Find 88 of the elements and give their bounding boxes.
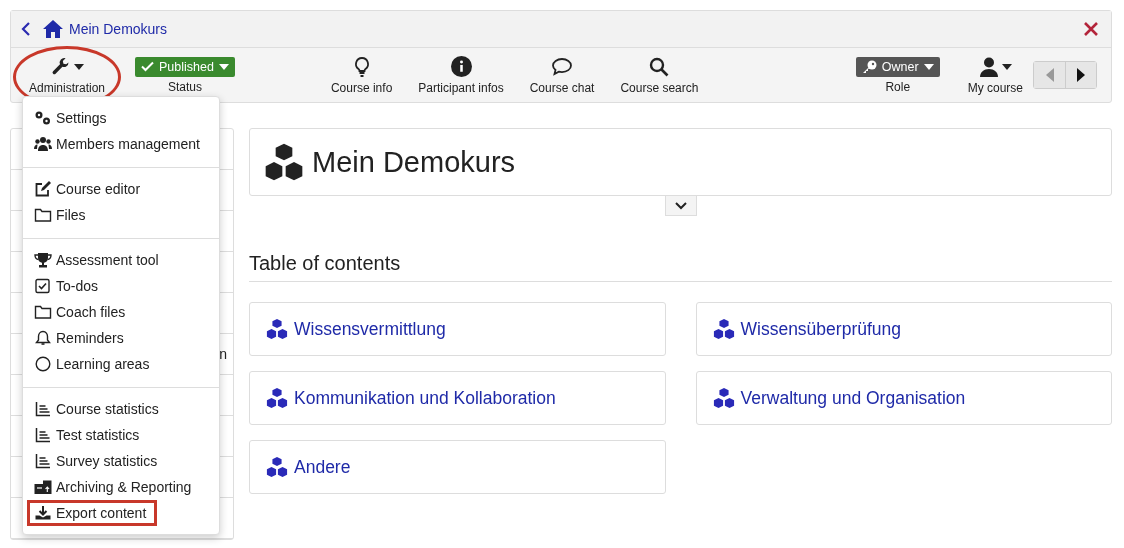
toolbar-button[interactable]: My course	[967, 55, 1023, 95]
toolbar-button[interactable]: Course search	[620, 55, 699, 95]
download-icon	[34, 505, 52, 521]
menu-item[interactable]: Members management	[27, 131, 211, 157]
caret-icon	[218, 63, 229, 70]
menu-item[interactable]: Course editor	[27, 176, 152, 202]
home-icon[interactable]	[43, 20, 63, 38]
toolbar-label: My course	[967, 80, 1023, 95]
toolbar-label: Role	[885, 79, 911, 94]
menu-item[interactable]: Archiving & Reporting	[27, 474, 203, 500]
cubes-icon	[266, 456, 288, 478]
toc-entry-card[interactable]: Andere	[249, 440, 666, 494]
toolbar-label: Course chat	[529, 80, 595, 95]
cubes-icon	[712, 387, 735, 409]
toolbar-label: Participant infos	[418, 80, 504, 95]
check-icon	[141, 61, 155, 72]
toc-entry-card[interactable]: Verwaltung und Organisation	[695, 371, 1112, 425]
menu-item[interactable]: Learning areas	[27, 351, 161, 377]
status-control[interactable]: Published Status	[135, 56, 235, 94]
toolbar-button[interactable]: Course info	[330, 55, 393, 95]
badge-label: Owner	[881, 59, 919, 74]
next-button[interactable]	[1065, 62, 1096, 88]
toolbar-button[interactable]: Participant infos	[418, 55, 504, 95]
caret-icon	[1001, 63, 1012, 70]
toc-entry-card[interactable]: Kommunikation und Kollaboration	[249, 371, 666, 425]
toc-entry-link[interactable]: Wissensüberprüfung	[740, 318, 901, 340]
status-badge[interactable]: Published	[135, 56, 235, 77]
caret-icon	[73, 63, 84, 70]
menu-item[interactable]: Export content	[27, 500, 158, 526]
menu-item[interactable]: Course statistics	[27, 396, 170, 422]
menu-item[interactable]: To-dos	[27, 273, 110, 299]
close-icon[interactable]	[1083, 21, 1099, 37]
info-icon	[450, 56, 472, 77]
toolbar-label: Administration	[29, 80, 106, 95]
checkbox-icon	[34, 278, 52, 294]
menu-item[interactable]: Assessment tool	[27, 247, 170, 273]
speech-bubble-icon	[551, 56, 574, 77]
user-icon	[978, 56, 999, 77]
lightbulb-icon	[352, 55, 371, 78]
triangle-right-icon	[1077, 68, 1085, 82]
cubes-icon	[266, 318, 288, 340]
key-icon	[861, 59, 877, 74]
toolbar-button[interactable]: Administration	[29, 55, 106, 95]
users-icon	[34, 136, 52, 152]
cubes-icon	[712, 318, 735, 340]
cubes-icon	[266, 387, 288, 409]
toc-entry-card[interactable]: Wissensüberprüfung	[695, 302, 1112, 356]
menu-item[interactable]: Reminders	[27, 325, 135, 351]
toolbar-button[interactable]: Course chat	[529, 55, 595, 95]
folder-icon	[34, 304, 52, 320]
toolbar-label: Course info	[330, 80, 393, 95]
expand-button[interactable]	[664, 196, 697, 216]
toc-entry-card[interactable]: Wissensvermittlung	[249, 302, 666, 356]
role-badge[interactable]: Owner	[855, 56, 940, 77]
toc-entry-link[interactable]: Wissensvermittlung	[294, 318, 446, 340]
search-icon	[649, 56, 670, 77]
folder-icon	[34, 207, 52, 223]
trophy-icon	[34, 252, 52, 268]
chart-icon	[34, 427, 52, 443]
cubes-icon	[264, 142, 304, 182]
toolbar-label: Course search	[620, 80, 699, 95]
toc-heading: Table of contents	[249, 252, 1112, 282]
toc-entry-link[interactable]: Kommunikation und Kollaboration	[294, 387, 556, 409]
toc-entry-link[interactable]: Andere	[294, 456, 351, 478]
chart-icon	[34, 401, 52, 417]
circle-icon	[34, 356, 52, 372]
caret-icon	[923, 63, 934, 70]
archive-icon	[34, 479, 52, 495]
status-control[interactable]: Owner Role	[855, 56, 940, 94]
badge-label: Published	[159, 59, 214, 74]
gears-icon	[34, 110, 52, 126]
menu-item[interactable]: Survey statistics	[27, 448, 169, 474]
wrench-icon	[50, 56, 71, 77]
toolbar-label: Status	[167, 79, 202, 94]
menu-item[interactable]: Test statistics	[27, 422, 151, 448]
menu-item[interactable]: Files	[27, 202, 97, 228]
menu-item[interactable]: Settings	[27, 105, 118, 131]
menu-item[interactable]: Coach files	[27, 299, 137, 325]
chevron-down-icon	[674, 201, 687, 210]
tree-item-fragment: n	[219, 346, 227, 362]
bell-icon	[34, 330, 52, 346]
toc-entry-link[interactable]: Verwaltung und Organisation	[740, 387, 966, 409]
course-title: Mein Demokurs	[312, 145, 516, 179]
edit-icon	[34, 181, 52, 197]
triangle-left-icon	[1045, 68, 1054, 82]
chart-icon	[34, 453, 52, 469]
course-title-link[interactable]: Mein Demokurs	[69, 21, 168, 37]
back-icon[interactable]	[21, 21, 31, 37]
